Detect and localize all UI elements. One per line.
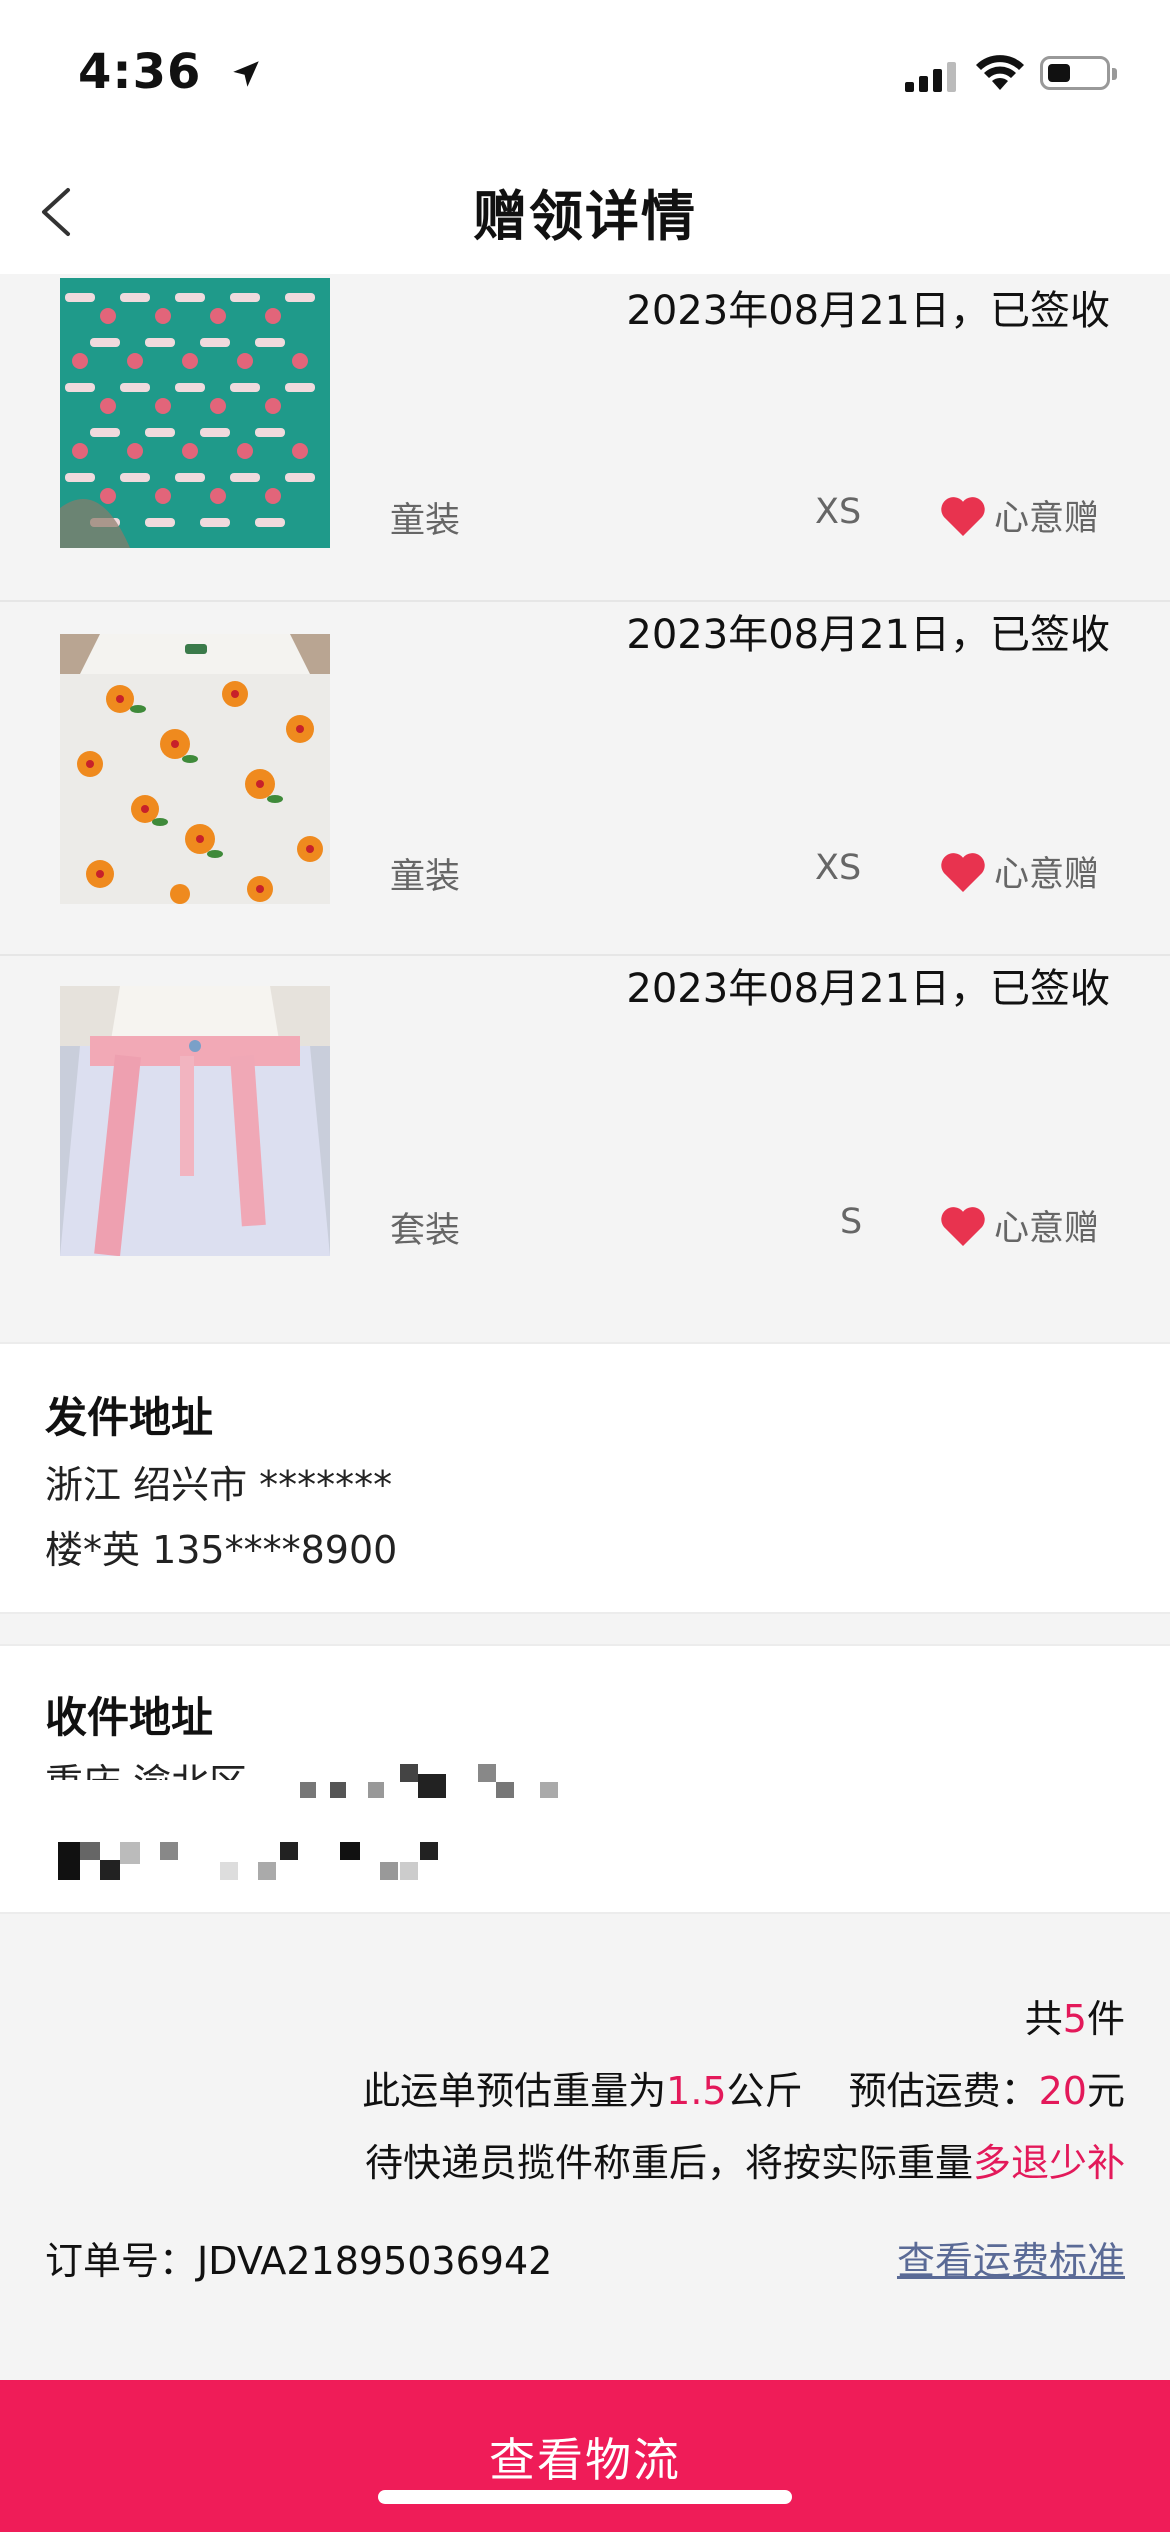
item-tag-label: 心意赠 [994, 855, 1100, 895]
order-number: 订单号：JDVA21895036942 [45, 2230, 552, 2285]
status-bar: 4:36 [0, 0, 1170, 150]
weighing-note-highlight: 多退少补 [972, 2141, 1125, 2185]
item-size: S [840, 1202, 863, 1242]
sender-address-title: 发件地址 [45, 1393, 214, 1442]
fee-label: 预估运费： [848, 2069, 1039, 2113]
wifi-icon [976, 55, 1024, 90]
item-tag: 心意赠 [940, 1200, 1099, 1251]
item-count: 共5件 [1025, 1988, 1125, 2043]
heart-icon [941, 1206, 985, 1246]
status-time: 4:36 [78, 44, 263, 103]
item-tag: 心意赠 [940, 846, 1099, 897]
item-category: 童装 [390, 857, 461, 897]
list-item[interactable]: 2023年08月21日，已签收 童装 XS 心意赠 [0, 602, 1170, 956]
item-count-suffix: 件 [1086, 1997, 1125, 2041]
item-tag-label: 心意赠 [994, 499, 1100, 539]
item-tag-label: 心意赠 [994, 1209, 1100, 1249]
weight-fee-line: 此运单预估重量为1.5公斤 预估运费：20元 [362, 2060, 1125, 2115]
item-date-status: 2023年08月21日，已签收 [626, 612, 1110, 658]
sender-contact: 楼*英 135****8900 [45, 1528, 398, 1572]
weight-prefix: 此运单预估重量为 [362, 2069, 667, 2113]
fee-value: 20 [1038, 2069, 1087, 2113]
weight-value: 1.5 [666, 2069, 727, 2113]
item-thumbnail [60, 986, 330, 1256]
item-category: 童装 [390, 501, 461, 541]
receiver-address-panel: 收件地址 重庆 渝北区 [0, 1644, 1170, 1914]
cellular-signal-icon [905, 62, 956, 92]
item-thumbnail [60, 278, 330, 548]
weight-unit: 公斤 [726, 2069, 803, 2113]
list-item[interactable]: 2023年08月21日，已签收 童装 XS 心意赠 [0, 274, 1170, 602]
item-count-prefix: 共 [1024, 1997, 1063, 2041]
home-indicator[interactable] [378, 2490, 792, 2504]
heart-icon [941, 496, 985, 536]
order-number-label: 订单号： [45, 2239, 198, 2283]
item-tag: 心意赠 [940, 490, 1099, 541]
nav-bar: 赠领详情 [0, 150, 1170, 274]
location-arrow-icon [229, 47, 263, 103]
item-date-status: 2023年08月21日，已签收 [626, 966, 1110, 1012]
receiver-region: 重庆 渝北区 [45, 1752, 247, 1780]
page-title: 赠领详情 [473, 185, 697, 248]
status-time-text: 4:36 [78, 44, 202, 100]
list-item[interactable]: 2023年08月21日，已签收 套装 S 心意赠 [0, 956, 1170, 1338]
battery-icon [1040, 56, 1117, 90]
weighing-note: 待快递员揽件称重后，将按实际重量多退少补 [365, 2132, 1125, 2187]
item-size: XS [815, 848, 862, 888]
receiver-region-clipped: 重庆 渝北区 [45, 1752, 247, 1780]
view-logistics-button[interactable]: 查看物流 [0, 2380, 1170, 2532]
item-size: XS [815, 492, 862, 532]
heart-icon [941, 852, 985, 892]
order-number-value: JDVA21895036942 [197, 2239, 553, 2283]
weighing-note-text: 待快递员揽件称重后，将按实际重量 [364, 2141, 973, 2185]
sender-address-panel: 发件地址 浙江 绍兴市 ******* 楼*英 135****8900 [0, 1342, 1170, 1614]
receiver-address-title: 收件地址 [45, 1693, 214, 1742]
item-date-status: 2023年08月21日，已签收 [626, 288, 1110, 334]
fee-standard-link[interactable]: 查看运费标准 [897, 2230, 1125, 2285]
item-thumbnail [60, 634, 330, 904]
item-category: 套装 [390, 1211, 461, 1251]
view-logistics-label: 查看物流 [489, 2433, 681, 2487]
item-count-value: 5 [1062, 1997, 1087, 2041]
fee-unit: 元 [1086, 2069, 1125, 2113]
sender-region: 浙江 绍兴市 ******* [45, 1463, 393, 1507]
